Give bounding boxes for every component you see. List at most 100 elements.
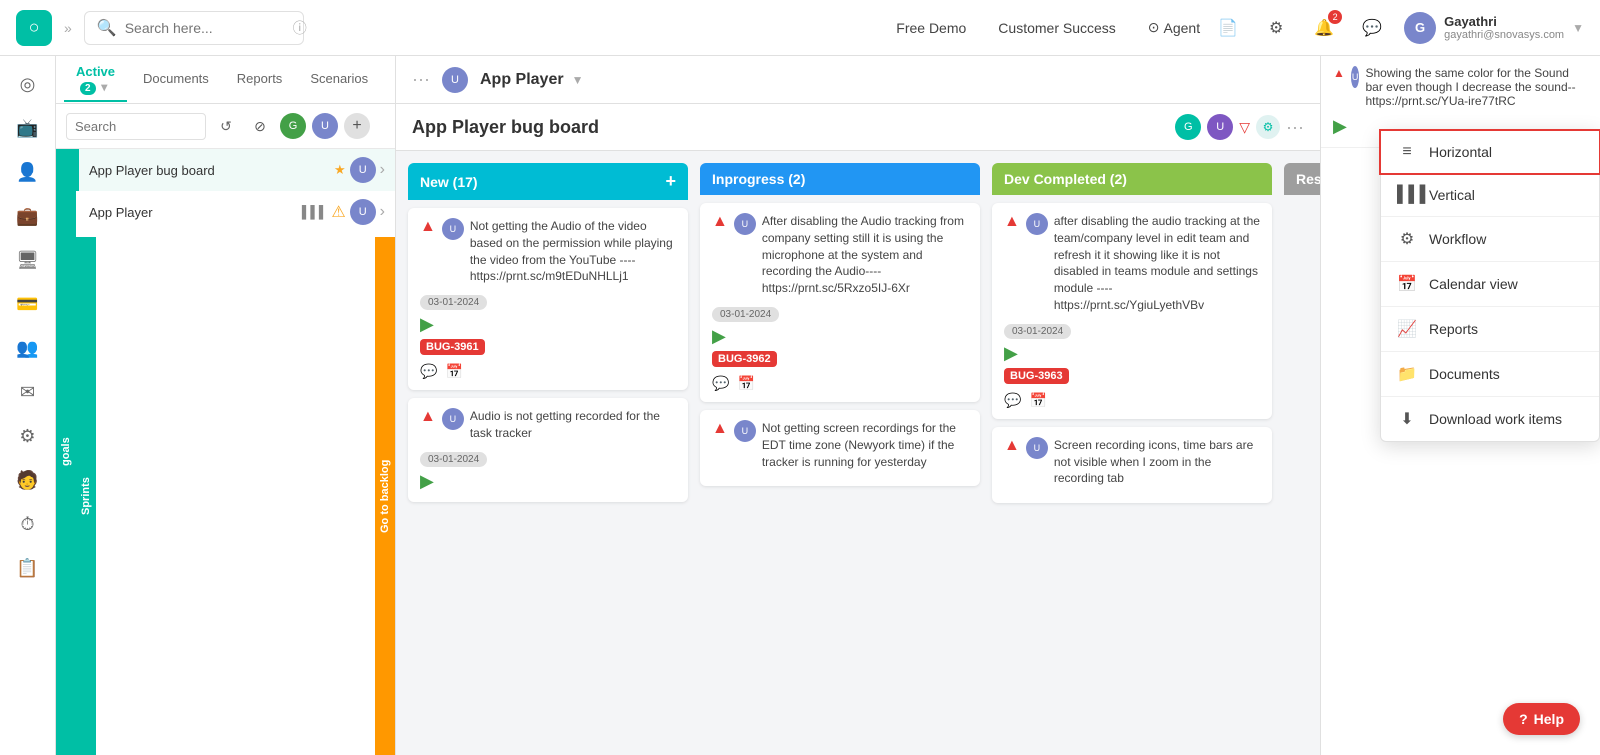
active-badge: 2 — [80, 82, 96, 95]
help-label: Help — [1534, 711, 1564, 727]
sidebar-item-app-player[interactable]: App Player ▌▌▌ ⚠ U › — [76, 191, 395, 233]
sidebar-search-input[interactable] — [66, 113, 206, 140]
app-player-chevron[interactable]: ▼ — [572, 73, 584, 87]
sidebar-icon-person[interactable]: 🧑 — [8, 460, 48, 500]
comment-icon-3962[interactable]: 💬 — [712, 375, 729, 392]
play-icon-3962[interactable]: ▶ — [712, 326, 726, 346]
backlog-tab[interactable]: Go to backlog — [375, 237, 395, 755]
card-new-2-text: Audio is not getting recorded for the ta… — [470, 408, 676, 442]
tab-scenarios[interactable]: Scenarios — [298, 65, 380, 94]
tab-active[interactable]: Active 2 ▾ — [64, 58, 127, 102]
dropdown-item-calendar[interactable]: 📅 Calendar view — [1381, 262, 1599, 306]
card-bug-3962[interactable]: ▲ U After disabling the Audio tracking f… — [700, 203, 980, 402]
card-inprogress-2[interactable]: ▲ U Not getting screen recordings for th… — [700, 410, 980, 486]
sidebar-icon-tv[interactable]: 📺 — [8, 108, 48, 148]
dropdown-item-reports[interactable]: 📈 Reports — [1381, 307, 1599, 351]
doc-icon-btn[interactable]: 📄 — [1212, 12, 1244, 44]
search-area: 🔍 ⓘ — [84, 11, 304, 45]
card-new-2[interactable]: ▲ U Audio is not getting recorded for th… — [408, 398, 688, 502]
comment-icon-3963[interactable]: 💬 — [1004, 392, 1021, 409]
sidebar-icon-mail[interactable]: ✉ — [8, 372, 48, 412]
help-button[interactable]: ? Help — [1503, 703, 1580, 735]
play-icon-3961[interactable]: ▶ — [420, 314, 434, 334]
bug-board-avatar: U — [350, 157, 376, 183]
app-chevron-icon[interactable]: › — [380, 203, 385, 221]
active-tab-chevron[interactable]: ▾ — [101, 80, 107, 94]
column-header-resolved: Resolved (3) — [1284, 163, 1320, 195]
sidebar-icon-report[interactable]: 📋 — [8, 548, 48, 588]
filter-avatar-2[interactable]: U — [312, 113, 338, 139]
column-inprogress: Inprogress (2) ▲ U After disabling the A… — [700, 163, 980, 743]
nav-right: 📄 ⚙ 🔔 2 💬 G Gayathri gayathri@snovasys.c… — [1212, 12, 1584, 44]
goals-tab[interactable]: goals — [56, 149, 76, 755]
sidebar-icon-wallet[interactable]: 💳 — [8, 284, 48, 324]
user-area[interactable]: G Gayathri gayathri@snovasys.com ▼ — [1404, 12, 1584, 44]
right-play-icon[interactable]: ▶ — [1333, 116, 1347, 136]
col-new-title: New (17) — [420, 174, 478, 190]
sidebar-icon-user[interactable]: 👤 — [8, 152, 48, 192]
dropdown-item-download[interactable]: ⬇ Download work items — [1381, 397, 1599, 441]
dropdown-item-documents[interactable]: 📁 Documents — [1381, 352, 1599, 396]
sidebar-icon-group[interactable]: 👥 — [8, 328, 48, 368]
tab-reports[interactable]: Reports — [225, 65, 295, 94]
card-bug-3963[interactable]: ▲ U after disabling the audio tracking a… — [992, 203, 1272, 419]
messages-icon-btn[interactable]: 💬 — [1356, 12, 1388, 44]
comment-icon[interactable]: 💬 — [420, 363, 437, 380]
search-input[interactable] — [125, 20, 285, 36]
card-ip2-priority: ▲ U Not getting screen recordings for th… — [712, 420, 968, 470]
card-3963-date: 03-01-2024 — [1004, 324, 1071, 339]
play-icon-new2[interactable]: ▶ — [420, 471, 434, 491]
project-tabs-bar: Active 2 ▾ Documents Reports Scenarios R… — [56, 56, 395, 104]
priority-up-icon-ip2: ▲ — [712, 420, 728, 438]
workflow-label: Workflow — [1429, 231, 1486, 247]
filter-avatar-1[interactable]: G — [280, 113, 306, 139]
toolbar-more-btn[interactable]: ··· — [1286, 117, 1304, 138]
info-icon: ⓘ — [293, 18, 307, 38]
card-bug-3961[interactable]: ▲ U Not getting the Audio of the video b… — [408, 208, 688, 390]
nav-customer-success[interactable]: Customer Success — [998, 20, 1115, 36]
sidebar-icon-home[interactable]: ◎ — [8, 64, 48, 104]
chevron-right-icon[interactable]: › — [380, 161, 385, 179]
notifications-icon-btn[interactable]: 🔔 2 — [1308, 12, 1340, 44]
add-member-btn[interactable]: + — [344, 113, 370, 139]
card-3962-avatar: U — [734, 213, 756, 235]
sprints-tab[interactable]: Sprints — [76, 237, 96, 755]
calendar-icon[interactable]: 📅 — [445, 363, 462, 380]
download-label: Download work items — [1429, 411, 1562, 427]
app-player-icons: ▌▌▌ ⚠ U › — [302, 199, 385, 225]
card-new-2-avatar: U — [442, 408, 464, 430]
dropdown-item-workflow[interactable]: ⚙ Workflow — [1381, 217, 1599, 261]
tab-documents[interactable]: Documents — [131, 65, 221, 94]
card-devcompleted-2[interactable]: ▲ U Screen recording icons, time bars ar… — [992, 427, 1272, 503]
app-logo[interactable]: ○ — [16, 10, 52, 46]
toolbar-settings-btn[interactable]: ⚙ — [1256, 115, 1280, 139]
nav-agent[interactable]: ⊙ Agent — [1148, 19, 1200, 36]
calendar-icon-3962[interactable]: 📅 — [737, 375, 754, 392]
calendar-icon-3963[interactable]: 📅 — [1029, 392, 1046, 409]
user-avatar: G — [1404, 12, 1436, 44]
col-new-add-btn[interactable]: + — [665, 171, 676, 192]
card-3962-text: After disabling the Audio tracking from … — [762, 213, 968, 297]
nav-center: Free Demo Customer Success ⊙ Agent — [896, 19, 1200, 36]
settings-icon: ⚙ — [1269, 18, 1283, 38]
vertical-label: Vertical — [1429, 187, 1475, 203]
undo-icon[interactable]: ↺ — [212, 112, 240, 140]
board-toolbar: G U ▽ ⚙ ··· — [1175, 114, 1304, 140]
right-card-avatar: U — [1351, 66, 1360, 88]
sidebar-icon-settings[interactable]: ⚙ — [8, 416, 48, 456]
more-options-btn[interactable]: ··· — [412, 69, 430, 90]
sidebar-item-bug-board[interactable]: App Player bug board ★ U › — [76, 149, 395, 191]
sidebar-icon-monitor[interactable]: 🖥 — [8, 240, 48, 280]
dropdown-item-vertical[interactable]: ▌▌▌ Vertical — [1381, 174, 1599, 216]
nav-chevron[interactable]: » — [64, 20, 72, 36]
sidebar-icon-clock[interactable]: ⏱ — [8, 504, 48, 544]
star-icon[interactable]: ★ — [334, 162, 346, 178]
dropdown-item-horizontal[interactable]: ≡ Horizontal — [1381, 131, 1599, 173]
filter-icon[interactable]: ⊘ — [246, 112, 274, 140]
play-icon-3963[interactable]: ▶ — [1004, 343, 1018, 363]
sidebar-icon-briefcase[interactable]: 💼 — [8, 196, 48, 236]
nav-free-demo[interactable]: Free Demo — [896, 20, 966, 36]
settings-icon-btn[interactable]: ⚙ — [1260, 12, 1292, 44]
toolbar-filter-icon[interactable]: ▽ — [1239, 119, 1250, 136]
bug-badge-3963: BUG-3963 — [1004, 368, 1069, 384]
